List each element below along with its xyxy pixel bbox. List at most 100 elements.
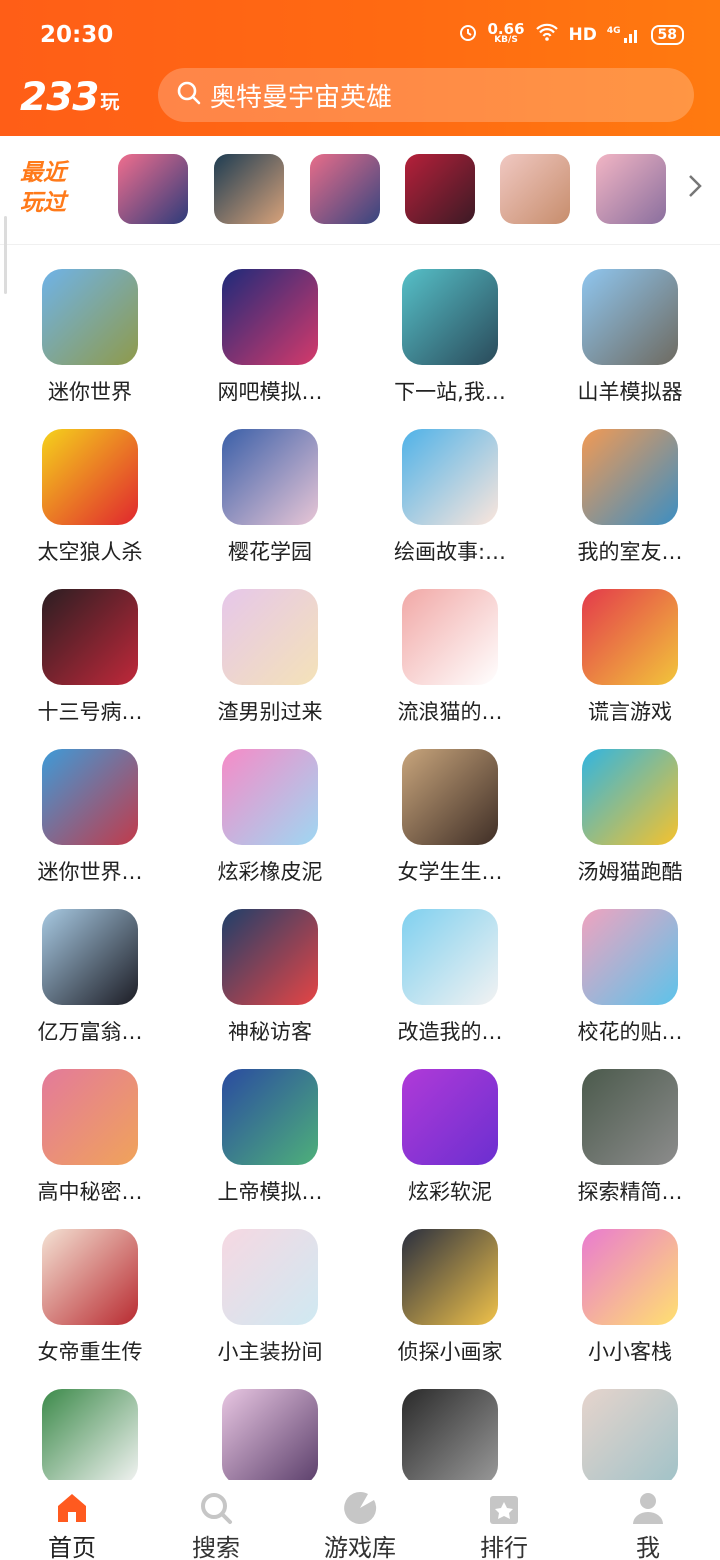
game-tile[interactable]: 迷你世界… (0, 724, 180, 884)
game-icon[interactable] (42, 589, 138, 685)
logo-number: 233 (20, 75, 99, 120)
game-icon[interactable] (222, 1389, 318, 1480)
game-tile[interactable]: 流浪猫的… (360, 564, 540, 724)
game-icon[interactable] (222, 1069, 318, 1165)
game-tile[interactable]: 迷你世界 (0, 244, 180, 404)
game-icon[interactable] (402, 1229, 498, 1325)
bottom-tab-bar: 首页 搜索 游戏库 排行 我 (0, 1480, 720, 1560)
game-tile[interactable]: 上帝模拟… (180, 1044, 360, 1204)
game-icon[interactable] (582, 749, 678, 845)
game-icon[interactable] (582, 269, 678, 365)
game-tile[interactable]: 樱花学园 (180, 404, 360, 564)
recent-game-icon[interactable] (310, 154, 380, 224)
game-tile[interactable]: 下一站,我… (360, 244, 540, 404)
game-tile[interactable]: 炫彩橡皮泥 (180, 724, 360, 884)
tab-home[interactable]: 首页 (0, 1480, 144, 1560)
game-tile[interactable]: 小主装扮间 (180, 1204, 360, 1364)
home-icon (52, 1488, 92, 1528)
game-icon[interactable] (582, 589, 678, 685)
game-icon[interactable] (42, 1389, 138, 1480)
tab-search[interactable]: 搜索 (144, 1480, 288, 1560)
game-icon[interactable] (582, 1229, 678, 1325)
game-tile[interactable]: 改造我的… (360, 884, 540, 1044)
game-tile[interactable]: 探索精简… (540, 1044, 720, 1204)
search-bar[interactable]: 奥特曼宇宙英雄 (158, 68, 694, 122)
game-label: 女学生生… (397, 860, 503, 884)
game-label: 流浪猫的… (397, 700, 503, 724)
game-icon[interactable] (222, 589, 318, 685)
chevron-right-icon[interactable] (686, 172, 704, 207)
game-icon[interactable] (582, 1069, 678, 1165)
game-tile[interactable]: 小小客栈 (540, 1204, 720, 1364)
tab-game-library[interactable]: 游戏库 (288, 1480, 432, 1560)
logo-char: 玩 (100, 91, 120, 113)
game-tile[interactable]: 我的室友… (540, 404, 720, 564)
game-icon[interactable] (222, 429, 318, 525)
battery-indicator: 58 (650, 24, 684, 45)
game-label: 谎言游戏 (588, 700, 672, 724)
network-speed-unit: KB/S (494, 34, 518, 45)
recent-game-icon[interactable] (405, 154, 475, 224)
game-icon[interactable] (42, 749, 138, 845)
game-label: 汤姆猫跑酷 (577, 860, 683, 884)
game-label: 迷你世界 (48, 380, 132, 404)
game-icon[interactable] (402, 429, 498, 525)
network-type: HD (568, 24, 597, 45)
game-icon[interactable] (402, 269, 498, 365)
game-tile[interactable]: 校花的贴… (540, 884, 720, 1044)
game-tile[interactable] (180, 1364, 360, 1480)
game-icon[interactable] (222, 749, 318, 845)
game-tile[interactable]: 山羊模拟器 (540, 244, 720, 404)
game-tile[interactable] (540, 1364, 720, 1480)
game-tile[interactable]: 太空狼人杀 (0, 404, 180, 564)
recent-game-icon[interactable] (118, 154, 188, 224)
game-tile[interactable]: 网吧模拟… (180, 244, 360, 404)
game-icon[interactable] (222, 909, 318, 1005)
game-tile[interactable]: 绘画故事:… (360, 404, 540, 564)
game-icon[interactable] (582, 909, 678, 1005)
game-icon[interactable] (42, 1229, 138, 1325)
game-tile[interactable] (360, 1364, 540, 1480)
network-speed: 0.66 KB/S (488, 21, 525, 46)
game-icon[interactable] (402, 1069, 498, 1165)
game-tile[interactable]: 十三号病… (0, 564, 180, 724)
game-label: 神秘访客 (228, 1020, 312, 1044)
game-tile[interactable]: 汤姆猫跑酷 (540, 724, 720, 884)
game-tile[interactable]: 亿万富翁… (0, 884, 180, 1044)
game-label: 探索精简… (577, 1180, 683, 1204)
game-tile[interactable]: 女学生生… (360, 724, 540, 884)
game-tile[interactable]: 神秘访客 (180, 884, 360, 1044)
game-icon[interactable] (42, 1069, 138, 1165)
game-icon[interactable] (42, 909, 138, 1005)
tab-ranking[interactable]: 排行 (432, 1480, 576, 1560)
game-tile[interactable]: 渣男别过来 (180, 564, 360, 724)
game-label: 绘画故事:… (393, 540, 507, 564)
game-label: 太空狼人杀 (37, 540, 143, 564)
game-icon[interactable] (582, 429, 678, 525)
game-tile[interactable]: 侦探小画家 (360, 1204, 540, 1364)
status-bar: 20:30 0.66 KB/S HD 4G 58 (0, 0, 720, 70)
game-icon[interactable] (42, 269, 138, 365)
game-icon[interactable] (222, 269, 318, 365)
game-icon[interactable] (222, 1229, 318, 1325)
game-tile[interactable]: 谎言游戏 (540, 564, 720, 724)
wifi-icon (535, 22, 559, 47)
recent-game-icon[interactable] (500, 154, 570, 224)
game-icon[interactable] (402, 589, 498, 685)
game-tile[interactable]: 女帝重生传 (0, 1204, 180, 1364)
game-icon[interactable] (42, 429, 138, 525)
game-icon[interactable] (402, 909, 498, 1005)
app-logo: 233 玩 (20, 74, 132, 118)
recent-game-icon[interactable] (214, 154, 284, 224)
game-grid: 迷你世界 网吧模拟… 下一站,我… 山羊模拟器太空狼人杀 樱花学园 绘画故事:… 我的室友…… (0, 244, 720, 1480)
recently-played-label: 最近玩过 (20, 160, 66, 216)
game-tile[interactable]: 炫彩软泥 (360, 1044, 540, 1204)
game-tile[interactable] (0, 1364, 180, 1480)
game-icon[interactable] (402, 1389, 498, 1480)
search-icon (176, 80, 202, 110)
game-icon[interactable] (402, 749, 498, 845)
tab-profile[interactable]: 我 (576, 1480, 720, 1560)
game-icon[interactable] (582, 1389, 678, 1480)
recent-game-icon[interactable] (596, 154, 666, 224)
game-tile[interactable]: 高中秘密… (0, 1044, 180, 1204)
